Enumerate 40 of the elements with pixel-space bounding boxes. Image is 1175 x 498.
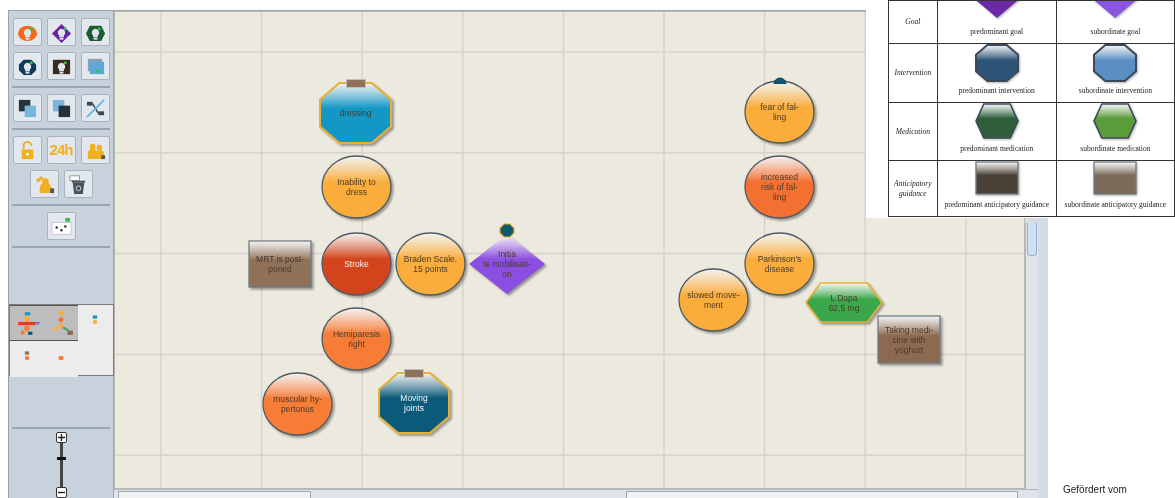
no-connector-icon [84,97,106,119]
octagon-node[interactable]: dressing [319,82,392,144]
tool-button[interactable] [63,170,93,198]
circle-node[interactable]: Stroke [321,232,392,296]
tool-button[interactable] [46,18,76,46]
map-thumbnail[interactable] [43,304,79,341]
octagon-node[interactable]: Moving joints [378,372,450,434]
hexagon-node[interactable]: L Dopa 62,5 mg [805,282,883,323]
diamond-node[interactable]: Initia te mobilisati- on [469,234,545,294]
vertical-scrollbar[interactable] [1025,223,1038,489]
circle-node[interactable]: muscular hy- pertonus [262,372,333,436]
rect-node[interactable]: MRT is post- poned [248,240,312,288]
tool-button[interactable] [12,94,42,122]
circle-node[interactable]: slowed move- ment [678,268,749,332]
circle-node[interactable]: fear of fal- ling [744,80,815,144]
minus-icon [57,489,65,496]
tool-button[interactable] [12,52,42,80]
diamond-bulb-icon [50,21,72,43]
network-grid-icon [50,215,72,237]
circle-node[interactable]: Inability to dress [321,155,392,219]
circle-node[interactable]: Braden Scale. 15 points [395,232,466,296]
zoom-out-button[interactable] [55,487,67,498]
map-thumbnail[interactable] [9,304,44,341]
horizontal-scrollbar[interactable] [114,489,1038,498]
circle-node[interactable]: increased risk of fal- ling [744,155,815,219]
footer-text: Gefördert vom [1063,483,1127,497]
zoom-in-button[interactable] [55,432,67,443]
circle-node[interactable]: Parkinson's disease [744,232,815,296]
rect-node[interactable]: Taking medi- cine with yoghurt [877,315,941,364]
back-layer-icon [16,97,38,119]
front-layer-icon [50,97,72,119]
circle-node[interactable]: Hemiparesis right [321,307,392,371]
tool-button[interactable] [80,18,110,46]
tool-button[interactable] [46,52,76,80]
tool-button[interactable] [46,94,76,122]
zoom-slider-thumb[interactable] [56,456,66,460]
plus-icon [57,434,65,441]
person-edit-icon [33,173,55,195]
zoom-slider-track[interactable] [59,443,63,487]
tool-button[interactable] [80,94,110,122]
